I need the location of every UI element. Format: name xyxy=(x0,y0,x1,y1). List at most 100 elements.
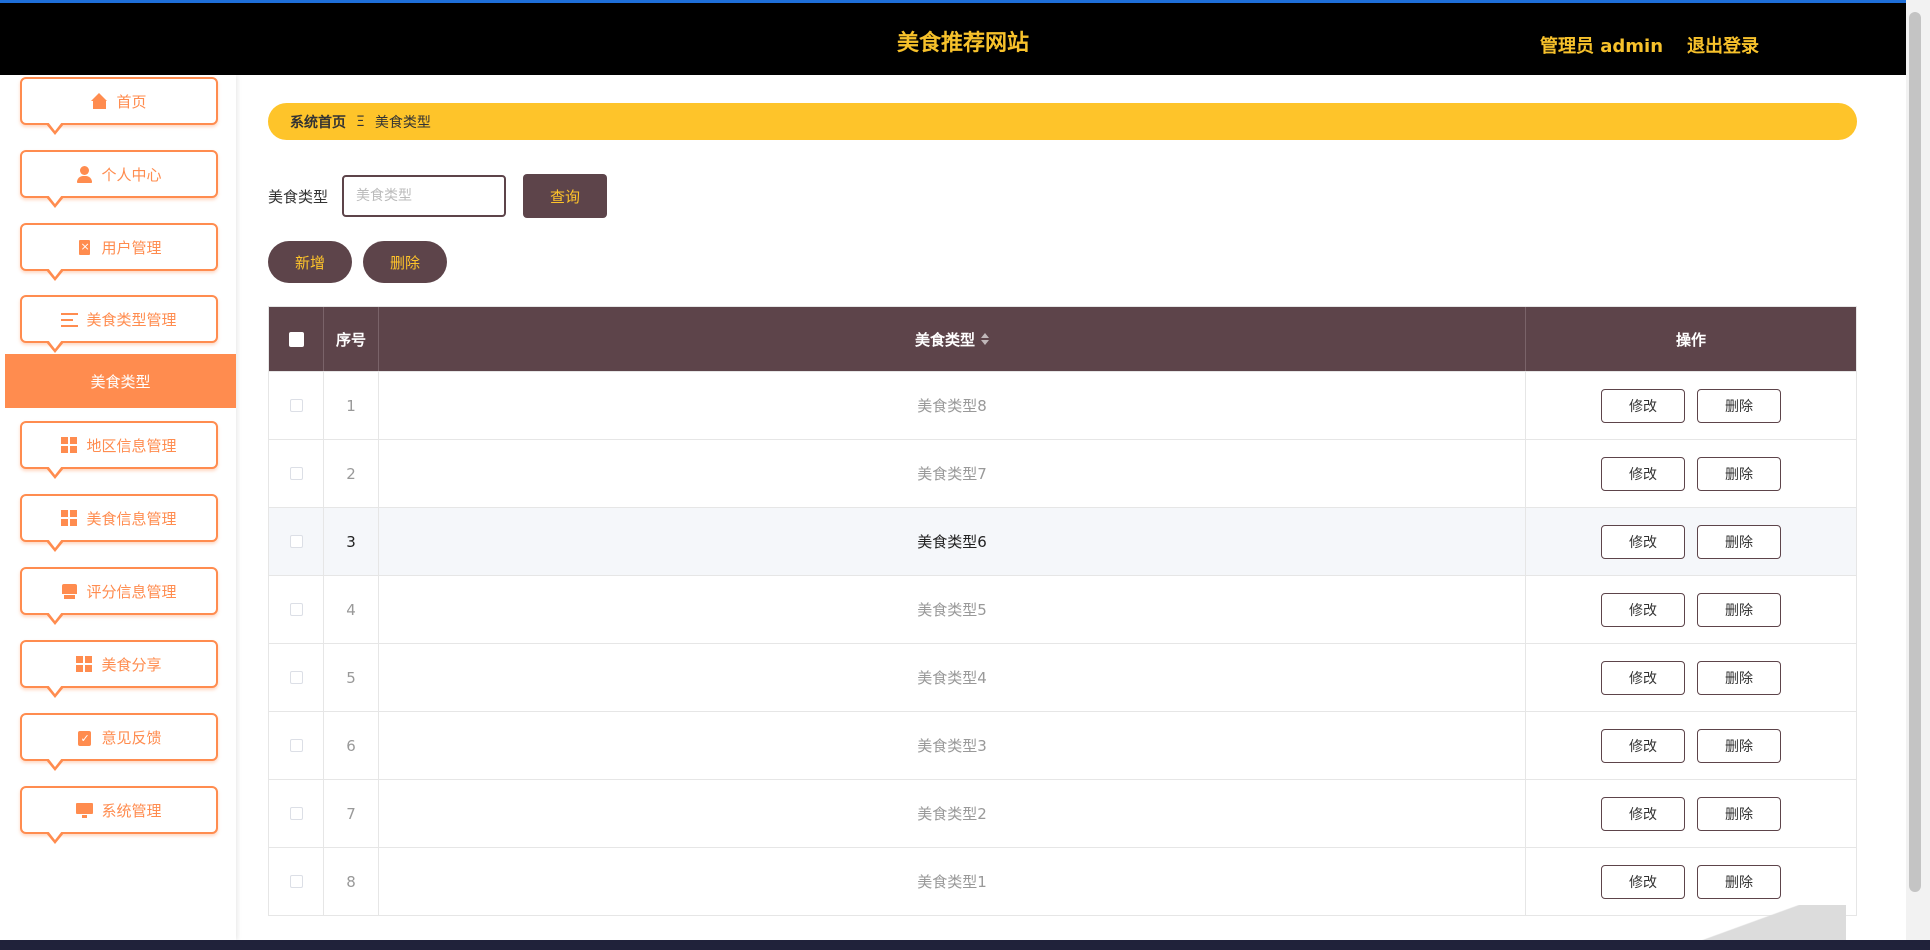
delete-button[interactable]: 删除 xyxy=(1697,388,1781,423)
header-operation: 操作 xyxy=(1675,330,1706,349)
sidebar-item-label: 地区信息管理 xyxy=(86,436,177,455)
sort-icon[interactable] xyxy=(981,333,989,345)
scrollbar-thumb[interactable] xyxy=(1909,12,1921,892)
row-select-cell xyxy=(269,712,324,779)
header-type-label: 美食类型 xyxy=(914,330,975,349)
sidebar-item-label: 个人中心 xyxy=(101,165,162,184)
edit-button[interactable]: 修改 xyxy=(1601,864,1685,899)
home-icon xyxy=(91,92,108,110)
table-row: 2 美食类型7 修改 删除 xyxy=(269,439,1856,507)
row-select-cell xyxy=(269,576,324,643)
header-type[interactable]: 美食类型 xyxy=(379,307,1526,371)
sidebar-item-food-type-management[interactable]: 美食类型管理 xyxy=(20,295,218,353)
row-index: 1 xyxy=(324,372,379,439)
sidebar-item-label: 美食分享 xyxy=(101,655,162,674)
breadcrumb-separator: Ξ xyxy=(356,113,365,130)
row-checkbox[interactable] xyxy=(289,671,303,684)
search-input[interactable] xyxy=(342,175,506,217)
row-checkbox[interactable] xyxy=(289,739,303,752)
user-icon xyxy=(76,165,93,183)
row-select-cell xyxy=(269,780,324,847)
breadcrumb-current: 美食类型 xyxy=(374,114,431,131)
food-type-table: 序号 美食类型 操作 1 美食类型8 修改 删除 2 美食类型7 修改 删除 3… xyxy=(268,306,1857,916)
clipboard-icon xyxy=(76,729,93,746)
sidebar-item-rating-management[interactable]: 评分信息管理 xyxy=(20,567,218,625)
search-label: 美食类型 xyxy=(268,188,329,206)
delete-button[interactable]: 删除 xyxy=(1697,660,1781,695)
delete-button[interactable]: 删除 xyxy=(1697,796,1781,831)
decorative-shadow xyxy=(1620,905,1846,940)
sidebar-item-food-share[interactable]: 美食分享 xyxy=(20,640,218,698)
query-button[interactable]: 查询 xyxy=(523,174,607,218)
edit-button[interactable]: 修改 xyxy=(1601,388,1685,423)
row-actions: 修改 删除 xyxy=(1526,712,1856,779)
sidebar-item-food-info-management[interactable]: 美食信息管理 xyxy=(20,494,218,552)
row-type: 美食类型8 xyxy=(379,372,1526,439)
row-checkbox[interactable] xyxy=(289,603,303,616)
table-row: 6 美食类型3 修改 删除 xyxy=(269,711,1856,779)
table-row: 4 美食类型5 修改 删除 xyxy=(269,575,1856,643)
sidebar-item-label: 意见反馈 xyxy=(101,728,162,747)
edit-button[interactable]: 修改 xyxy=(1601,796,1685,831)
sidebar-item-region-management[interactable]: 地区信息管理 xyxy=(20,421,218,479)
delete-button[interactable]: 删除 xyxy=(1697,864,1781,899)
delete-button[interactable]: 删除 xyxy=(1697,524,1781,559)
sidebar: 首页 个人中心 用户管理 美食类型管理 地区信息管理 美食信息管理 评分信息管理… xyxy=(0,75,236,940)
sidebar-item-feedback[interactable]: 意见反馈 xyxy=(20,713,218,771)
monitor-icon xyxy=(76,802,94,819)
row-type: 美食类型1 xyxy=(379,848,1526,915)
batch-delete-button[interactable]: 删除 xyxy=(363,241,447,283)
table-row-hovered: 3 美食类型6 修改 删除 xyxy=(269,507,1856,575)
row-index: 8 xyxy=(324,848,379,915)
row-type: 美食类型3 xyxy=(379,712,1526,779)
row-select-cell xyxy=(269,372,324,439)
row-actions: 修改 删除 xyxy=(1526,372,1856,439)
logout-link[interactable]: 退出登录 xyxy=(1687,32,1759,58)
add-button[interactable]: 新增 xyxy=(268,241,352,283)
edit-button[interactable]: 修改 xyxy=(1601,524,1685,559)
table-row: 5 美食类型4 修改 删除 xyxy=(269,643,1856,711)
row-actions: 修改 删除 xyxy=(1526,440,1856,507)
edit-button[interactable]: 修改 xyxy=(1601,728,1685,763)
table-header: 序号 美食类型 操作 xyxy=(269,307,1856,371)
sidebar-subitem-food-type[interactable]: 美食类型 xyxy=(5,354,236,408)
box-icon xyxy=(61,583,78,600)
sidebar-item-label: 美食信息管理 xyxy=(86,509,177,528)
edit-button[interactable]: 修改 xyxy=(1601,592,1685,627)
delete-button[interactable]: 删除 xyxy=(1697,592,1781,627)
row-select-cell xyxy=(269,508,324,575)
delete-button[interactable]: 删除 xyxy=(1697,728,1781,763)
row-type: 美食类型7 xyxy=(379,440,1526,507)
edit-button[interactable]: 修改 xyxy=(1601,456,1685,491)
row-checkbox[interactable] xyxy=(289,807,303,820)
delete-button[interactable]: 删除 xyxy=(1697,456,1781,491)
row-select-cell xyxy=(269,848,324,915)
sidebar-item-profile[interactable]: 个人中心 xyxy=(20,150,218,208)
document-icon xyxy=(76,239,93,256)
table-row: 8 美食类型1 修改 删除 xyxy=(269,847,1856,915)
row-type: 美食类型6 xyxy=(379,508,1526,575)
row-select-cell xyxy=(269,440,324,507)
sidebar-item-system-management[interactable]: 系统管理 xyxy=(20,786,218,844)
edit-button[interactable]: 修改 xyxy=(1601,660,1685,695)
row-checkbox[interactable] xyxy=(289,467,303,480)
header-select-cell xyxy=(269,307,324,371)
row-select-cell xyxy=(269,644,324,711)
row-type: 美食类型2 xyxy=(379,780,1526,847)
admin-label: 管理员 admin xyxy=(1540,36,1664,57)
row-checkbox[interactable] xyxy=(289,875,303,888)
sidebar-item-label: 评分信息管理 xyxy=(86,582,177,601)
grid-icon xyxy=(76,655,94,673)
sidebar-item-users[interactable]: 用户管理 xyxy=(20,223,218,281)
sidebar-item-label: 系统管理 xyxy=(101,801,162,820)
grid-icon xyxy=(61,436,79,454)
row-checkbox[interactable] xyxy=(289,535,303,548)
row-index: 6 xyxy=(324,712,379,779)
row-actions: 修改 删除 xyxy=(1526,644,1856,711)
os-taskbar xyxy=(0,940,1930,950)
row-checkbox[interactable] xyxy=(289,399,303,412)
breadcrumb-home[interactable]: 系统首页 xyxy=(290,112,346,132)
select-all-checkbox[interactable] xyxy=(288,331,304,347)
row-index: 7 xyxy=(324,780,379,847)
sidebar-item-home[interactable]: 首页 xyxy=(20,77,218,135)
